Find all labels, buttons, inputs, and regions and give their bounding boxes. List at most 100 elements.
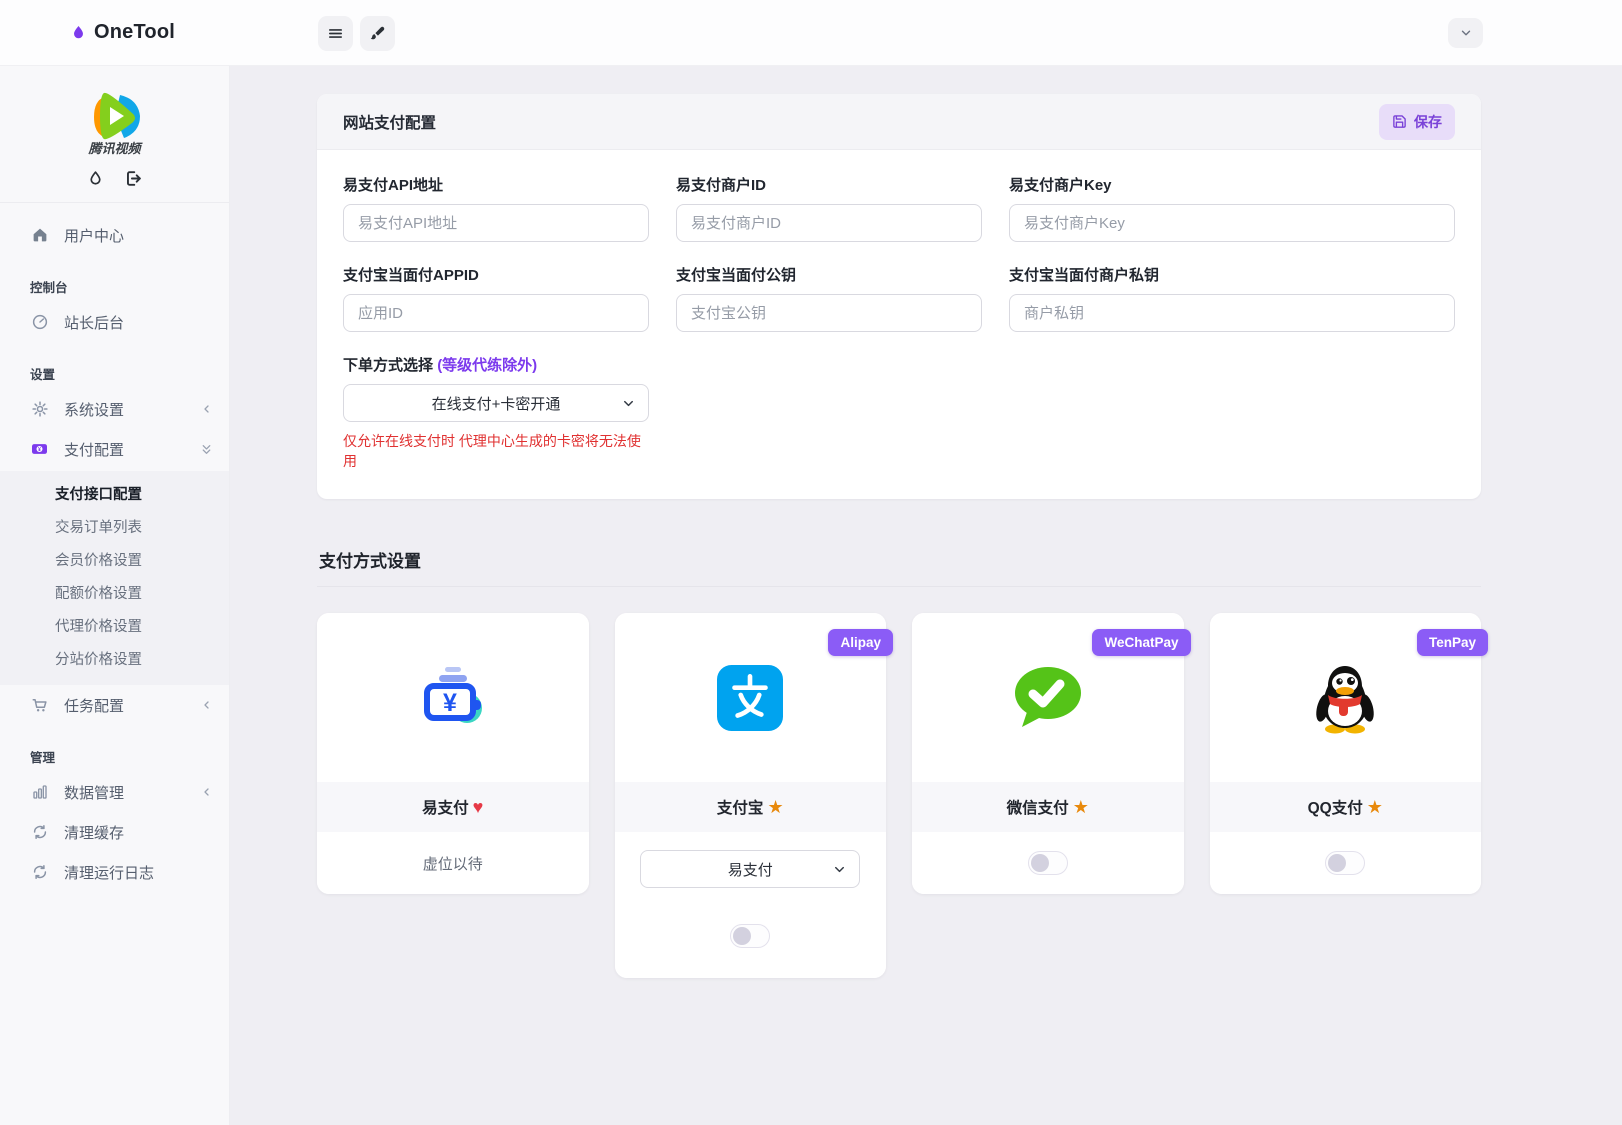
- yipay-api-input[interactable]: [343, 204, 649, 242]
- field-order-method: 下单方式选择 (等级代练除外) 在线支付+卡密开通 仅允许在线支付时 代理中心生…: [343, 354, 649, 471]
- gauge-icon: [30, 313, 49, 332]
- alipay-appid-input[interactable]: [343, 294, 649, 332]
- order-method-warning: 仅允许在线支付时 代理中心生成的卡密将无法使用: [343, 433, 641, 469]
- sidebar-item-system-settings[interactable]: 系统设置: [0, 389, 229, 429]
- payment-card-alipay: Alipay 支付宝 ★ 易支付: [614, 613, 893, 978]
- field-label: 易支付商户ID: [676, 177, 767, 194]
- sidebar-item-data-manage[interactable]: 数据管理: [0, 772, 229, 812]
- order-method-label: 下单方式选择: [343, 357, 434, 374]
- sidebar-item-task-config[interactable]: 任务配置: [0, 685, 229, 725]
- svg-text:¥: ¥: [443, 689, 457, 717]
- sidebar-item-payment-config[interactable]: ¥ 支付配置: [0, 429, 229, 469]
- save-button-label: 保存: [1414, 113, 1442, 130]
- refresh-icon: [30, 823, 49, 842]
- sidebar-subitem-payment-interface[interactable]: 支付接口配置: [0, 479, 229, 512]
- field-label: 支付宝当面付商户私钥: [1009, 267, 1160, 284]
- field-label: 易支付API地址: [343, 177, 444, 194]
- alipay-public-key-input[interactable]: [676, 294, 982, 332]
- theme-button[interactable]: [360, 16, 395, 51]
- user-menu-button[interactable]: [1448, 18, 1483, 48]
- star-icon: ★: [1366, 796, 1383, 817]
- sidebar-item-label: 系统设置: [64, 401, 125, 419]
- svg-text:¥: ¥: [38, 447, 41, 453]
- sidebar-subitem-member-price[interactable]: 会员价格设置: [0, 545, 229, 578]
- payment-card-name: 微信支付: [1006, 800, 1069, 817]
- app-header: OneTool: [0, 0, 1622, 66]
- yipay-merchant-id-input[interactable]: [676, 204, 982, 242]
- field-label: 支付宝当面付APPID: [343, 267, 479, 284]
- payment-card-name: QQ支付: [1307, 800, 1363, 817]
- alipay-private-key-input[interactable]: [1009, 294, 1455, 332]
- alipay-icon: [717, 664, 784, 731]
- bar-chart-icon: [30, 783, 49, 802]
- site-logo-caption: 腾讯视频: [88, 141, 141, 156]
- home-icon: [30, 226, 49, 245]
- logout-icon[interactable]: [124, 169, 143, 188]
- heart-icon: ♥: [472, 796, 484, 817]
- sidebar: 腾讯视频 用户中心 控制台 站长后台 设置 系统设置 ¥ 支付配置 支付接口配置…: [0, 66, 230, 1125]
- wechatpay-badge: WeChatPay: [1092, 629, 1191, 656]
- gear-icon: [30, 400, 49, 419]
- payment-config-submenu: 支付接口配置 交易订单列表 会员价格设置 配额价格设置 代理价格设置 分站价格设…: [0, 471, 229, 685]
- field-alipay-private-key: 支付宝当面付商户私钥: [1009, 264, 1455, 332]
- payment-card-name: 易支付: [422, 800, 469, 817]
- payment-card-yipay: ¥ 易支付 ♥ 虚位以待: [317, 613, 589, 894]
- payment-method-cards: ¥ 易支付 ♥ 虚位以待 Alipay 支付宝 ★ 易支付 WeChatPay …: [317, 613, 1488, 978]
- hamburger-icon: [328, 29, 343, 38]
- sidebar-item-user-center[interactable]: 用户中心: [0, 215, 229, 255]
- qq-penguin-icon: [1316, 665, 1374, 733]
- divider: [317, 586, 1481, 587]
- sidebar-item-clear-cache[interactable]: 清理缓存: [0, 812, 229, 852]
- wechat-toggle[interactable]: [1027, 851, 1068, 875]
- save-button[interactable]: 保存: [1379, 103, 1455, 140]
- alipay-channel-select[interactable]: 易支付: [640, 850, 861, 888]
- star-icon: ★: [767, 796, 784, 817]
- main-area: 网站支付配置 保存 易支付API地址 易支付商户ID: [230, 66, 1622, 1125]
- double-chevron-down-icon: [200, 443, 213, 456]
- sidebar-nav: 用户中心 控制台 站长后台 设置 系统设置 ¥ 支付配置 支付接口配置 交易订单…: [0, 203, 229, 892]
- alipay-channel-selected: 易支付: [727, 861, 773, 879]
- sidebar-item-webmaster[interactable]: 站长后台: [0, 302, 229, 342]
- droplet-icon[interactable]: [87, 169, 104, 188]
- refresh-icon: [30, 863, 49, 882]
- order-method-select[interactable]: 在线支付+卡密开通: [343, 384, 649, 422]
- alipay-toggle[interactable]: [730, 924, 771, 948]
- sidebar-item-label: 站长后台: [64, 314, 125, 332]
- sidebar-section-manage: 管理: [30, 751, 56, 765]
- payment-config-card: 网站支付配置 保存 易支付API地址 易支付商户ID: [317, 94, 1481, 499]
- field-alipay-public-key: 支付宝当面付公钥: [676, 264, 982, 332]
- yipay-wallet-icon: ¥: [423, 666, 482, 723]
- yipay-merchant-key-input[interactable]: [1009, 204, 1455, 242]
- sidebar-subitem-agent-price[interactable]: 代理价格设置: [0, 611, 229, 644]
- chevron-left-icon: [201, 786, 213, 798]
- chevron-down-icon: [835, 866, 845, 873]
- star-icon: ★: [1072, 796, 1089, 817]
- order-method-selected: 在线支付+卡密开通: [431, 395, 561, 413]
- payment-card-qq: TenPay QQ支付 ★: [1209, 613, 1488, 894]
- sidebar-subitem-quota-price[interactable]: 配额价格设置: [0, 578, 229, 611]
- banknote-icon: ¥: [30, 440, 49, 459]
- chevron-down-icon: [624, 400, 633, 407]
- save-floppy-icon: [1393, 115, 1406, 128]
- qq-toggle[interactable]: [1325, 851, 1366, 875]
- sidebar-item-label: 清理缓存: [64, 824, 125, 842]
- payment-card-wechat: WeChatPay 微信支付 ★: [912, 613, 1191, 894]
- payment-card-name: 支付宝: [716, 800, 764, 817]
- field-label: 易支付商户Key: [1009, 177, 1112, 194]
- brush-icon: [370, 26, 385, 40]
- sidebar-subitem-substation-price[interactable]: 分站价格设置: [0, 644, 229, 677]
- brand-name: OneTool: [94, 21, 176, 43]
- sidebar-item-clear-logs[interactable]: 清理运行日志: [0, 852, 229, 892]
- field-yipay-merchant-id: 易支付商户ID: [676, 174, 982, 242]
- payment-methods-title: 支付方式设置: [319, 552, 421, 571]
- site-logo-block: 腾讯视频: [0, 66, 229, 203]
- sidebar-item-label: 任务配置: [64, 697, 125, 715]
- sidebar-item-label: 清理运行日志: [64, 864, 155, 882]
- order-method-note: (等级代练除外): [437, 357, 538, 374]
- sidebar-section-console: 控制台: [30, 281, 68, 295]
- tenpay-badge: TenPay: [1416, 629, 1488, 656]
- sidebar-subitem-order-list[interactable]: 交易订单列表: [0, 512, 229, 545]
- sidebar-toggle-button[interactable]: [318, 16, 353, 51]
- field-alipay-appid: 支付宝当面付APPID: [343, 264, 649, 332]
- chevron-down-icon: [1461, 30, 1470, 36]
